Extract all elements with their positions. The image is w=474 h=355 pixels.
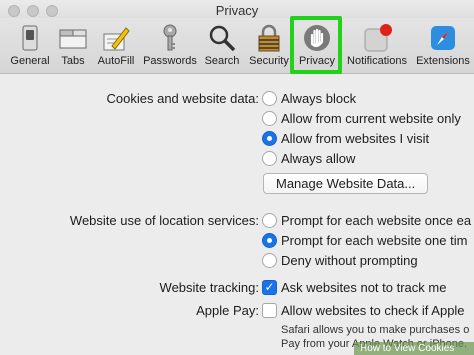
- general-switch-icon: [22, 25, 38, 51]
- tab-notifications[interactable]: Notifications: [343, 18, 411, 74]
- tab-security-label: Security: [249, 55, 289, 67]
- cookies-option-label: Always block: [281, 91, 357, 106]
- tab-search[interactable]: Search: [201, 18, 243, 74]
- location-option-label: Prompt for each website once ea: [281, 213, 472, 228]
- location-deny-radio[interactable]: [262, 253, 277, 268]
- apple-pay-note-line-1: Safari allows you to make purchases o: [281, 324, 470, 336]
- tab-autofill-label: AutoFill: [97, 55, 135, 67]
- apple-pay-checkbox[interactable]: [262, 303, 277, 318]
- privacy-pane: Cookies and website data: Always block A…: [0, 75, 474, 355]
- cookies-label: Cookies and website data:: [106, 91, 259, 106]
- watermark-banner: How to View Cookies: [354, 342, 474, 355]
- window-title: Privacy: [215, 3, 259, 18]
- tab-extensions-label: Extensions: [416, 55, 470, 67]
- tab-tabs-label: Tabs: [61, 55, 85, 67]
- tabs-icon: [59, 29, 87, 49]
- tab-general-label: General: [10, 55, 50, 67]
- cookies-always-block-radio[interactable]: [262, 91, 277, 106]
- location-prompt-once-radio[interactable]: [262, 213, 277, 228]
- magnifier-icon: [209, 25, 236, 52]
- tab-security[interactable]: Security: [245, 18, 293, 74]
- tab-autofill[interactable]: AutoFill: [92, 18, 140, 74]
- apple-pay-label: Apple Pay:: [196, 303, 259, 318]
- tab-passwords-label: Passwords: [143, 55, 197, 67]
- cookies-always-allow-radio[interactable]: [262, 151, 277, 166]
- location-label: Website use of location services:: [69, 213, 259, 228]
- cookies-option-label: Allow from current website only: [281, 111, 461, 126]
- tab-notifications-label: Notifications: [347, 55, 407, 67]
- key-icon: [163, 24, 177, 51]
- cookies-option-label: Allow from websites I visit: [281, 131, 430, 146]
- padlock-icon: [258, 24, 280, 52]
- cookies-option-label: Always allow: [281, 151, 356, 166]
- do-not-track-label: Ask websites not to track me: [281, 280, 447, 295]
- cookies-websites-visited-radio[interactable]: [262, 131, 277, 146]
- autofill-pencil-icon: [103, 27, 130, 51]
- compass-puzzle-icon: [431, 26, 455, 50]
- do-not-track-checkbox[interactable]: ✓: [262, 280, 277, 295]
- tracking-label: Website tracking:: [159, 280, 259, 295]
- cookies-current-website-radio[interactable]: [262, 111, 277, 126]
- tab-tabs[interactable]: Tabs: [55, 18, 91, 74]
- location-prompt-one-time-radio[interactable]: [262, 233, 277, 248]
- notification-badge-icon: [364, 24, 392, 52]
- tab-extensions[interactable]: Extensions: [414, 18, 472, 74]
- apple-pay-checkbox-label: Allow websites to check if Apple: [281, 303, 465, 318]
- safari-preferences-window: Privacy General Tabs AutoFill Passwords …: [0, 0, 474, 355]
- tab-passwords[interactable]: Passwords: [140, 18, 200, 74]
- preferences-toolbar: General Tabs AutoFill Passwords Search S…: [0, 16, 474, 74]
- manage-website-data-button[interactable]: Manage Website Data...: [263, 173, 429, 194]
- privacy-highlight-box: [290, 16, 342, 74]
- location-option-label: Prompt for each website one tim: [281, 233, 468, 248]
- location-option-label: Deny without prompting: [281, 253, 418, 268]
- tab-general[interactable]: General: [5, 18, 55, 74]
- tab-search-label: Search: [204, 55, 240, 67]
